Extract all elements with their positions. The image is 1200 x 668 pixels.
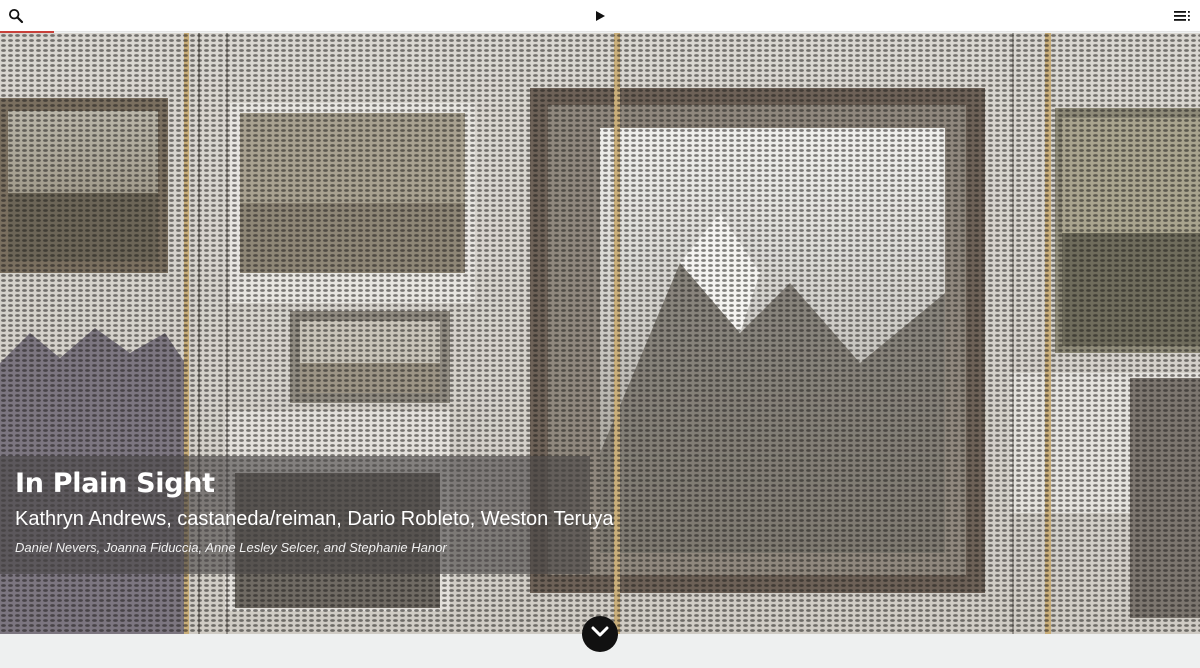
scroll-down-button[interactable] xyxy=(582,616,618,652)
search-button[interactable] xyxy=(4,4,28,28)
play-button[interactable] xyxy=(588,4,612,28)
artists-subtitle: Kathryn Andrews, castaneda/reiman, Dario… xyxy=(15,508,614,530)
menu-list-icon xyxy=(1174,9,1192,23)
title-caption: In Plain Sight Kathryn Andrews, castaned… xyxy=(0,456,614,574)
chevron-down-icon xyxy=(591,625,609,643)
search-icon xyxy=(8,8,24,24)
page-title: In Plain Sight xyxy=(15,468,215,499)
play-icon xyxy=(594,10,606,22)
menu-button[interactable] xyxy=(1171,4,1195,28)
top-bar xyxy=(0,0,1200,33)
hero-image: In Plain Sight Kathryn Andrews, castaned… xyxy=(0,33,1200,634)
authors-byline: Daniel Nevers, Joanna Fiduccia, Anne Les… xyxy=(15,540,447,555)
